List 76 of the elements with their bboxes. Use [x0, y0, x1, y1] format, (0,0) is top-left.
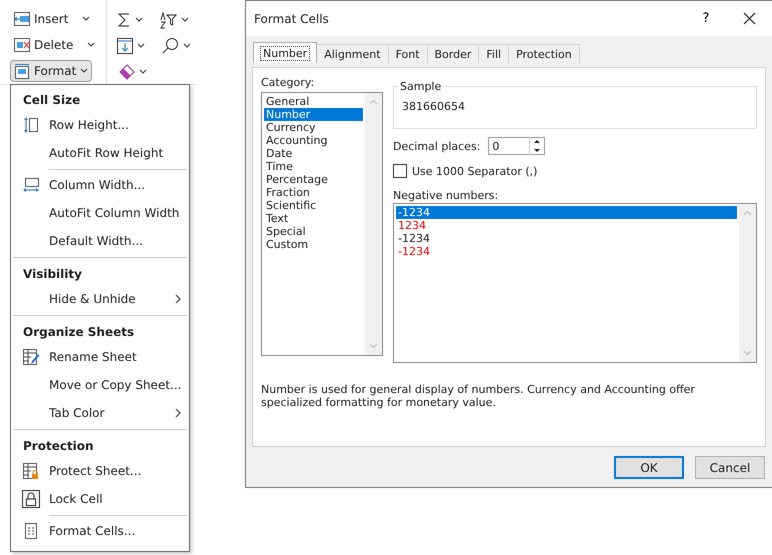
menu-item[interactable]: AutoFit Column Width [11, 199, 189, 227]
menu-section-header: Cell Size [22, 92, 82, 109]
delete-cells-icon [14, 38, 30, 52]
menu-item[interactable]: Column Width... [11, 171, 189, 199]
fill-down-icon[interactable] [117, 38, 133, 54]
decimal-places-spinner[interactable]: 0 [488, 137, 546, 155]
table-pencil-icon [23, 349, 39, 365]
dialog-tab[interactable]: Alignment [316, 44, 389, 63]
menu-item[interactable]: Lock Cell [11, 485, 189, 513]
caret-icon [82, 16, 90, 22]
category-item[interactable]: Text [264, 212, 363, 225]
format-cells-icon [25, 523, 37, 539]
negative-number-option[interactable]: -1234 [396, 206, 737, 219]
negative-numbers-label: Negative numbers: [393, 189, 500, 203]
dialog-tab[interactable]: Number [253, 42, 318, 63]
menu-item[interactable]: Hide & Unhide [11, 285, 189, 313]
format-cells-icon [14, 63, 30, 79]
sort-filter-icon[interactable] [159, 11, 177, 29]
sample-value: 381660654 [402, 100, 465, 113]
negative-number-option[interactable]: -1234 [396, 232, 737, 245]
menu-item[interactable]: Tab Color [11, 399, 189, 427]
category-item[interactable]: Number [264, 108, 363, 121]
negative-number-option[interactable]: 1234 [396, 219, 737, 232]
category-label: Category: [261, 76, 316, 91]
caret-icon[interactable] [139, 69, 147, 75]
menu-section-header: Organize Sheets [22, 324, 136, 341]
checkbox[interactable] [393, 164, 407, 178]
help-button[interactable]: ? [686, 10, 726, 27]
category-item[interactable]: Time [264, 160, 363, 173]
search-icon[interactable] [161, 37, 179, 55]
caret-icon[interactable] [137, 43, 145, 49]
menu-item[interactable]: Default Width... [11, 227, 189, 255]
eraser-icon[interactable] [117, 64, 135, 80]
close-icon [742, 12, 756, 25]
cancel-button[interactable]: Cancel [695, 456, 765, 479]
caret-icon [80, 68, 88, 74]
sum-icon[interactable] [117, 12, 131, 28]
menu-item[interactable]: AutoFit Row Height [11, 139, 189, 167]
chevron-right-icon [175, 408, 181, 418]
menu-item[interactable]: Move or Copy Sheet... [11, 371, 189, 399]
category-item[interactable]: Fraction [264, 186, 363, 199]
delete-button[interactable]: Delete [10, 34, 100, 56]
caret-icon [87, 42, 96, 48]
menu-item[interactable]: Row Height... [11, 111, 189, 139]
category-item[interactable]: Accounting [264, 134, 363, 147]
category-item[interactable]: General [264, 95, 363, 108]
decimal-places-label: Decimal places: [393, 140, 480, 152]
row-height-icon [24, 117, 38, 133]
menu-item[interactable]: Protect Sheet... [11, 457, 189, 485]
menu-item[interactable]: Format Cells... [11, 517, 189, 545]
ok-button[interactable]: OK [614, 456, 684, 479]
category-item[interactable]: Percentage [264, 173, 363, 186]
checkbox-label: Use 1000 Separator (,) [412, 164, 538, 178]
format-button[interactable]: Format [10, 60, 92, 82]
dialog-title: Format Cells [254, 12, 329, 26]
category-item[interactable]: Scientific [264, 199, 363, 212]
insert-button[interactable]: Insert [10, 8, 94, 30]
menu-section-header: Visibility [22, 266, 83, 283]
sample-label: Sample [398, 80, 444, 93]
dialog-tab[interactable]: Protection [508, 44, 580, 63]
category-item[interactable]: Custom [264, 238, 363, 251]
insert-cells-icon [14, 12, 30, 26]
category-item[interactable]: Date [264, 147, 363, 160]
description-text: Number is used for general display of numbers. Currency and Accounting offer specialized formatting for monetary value. [261, 383, 696, 409]
category-item[interactable]: Currency [264, 121, 363, 134]
lock-icon [22, 490, 40, 508]
category-item[interactable]: Special [264, 225, 363, 238]
menu-item[interactable]: Rename Sheet [11, 343, 189, 371]
table-lock-icon [23, 463, 39, 479]
menu-section-header: Protection [22, 438, 95, 455]
chevron-right-icon [175, 294, 181, 304]
column-width-icon [23, 178, 39, 192]
caret-icon[interactable] [183, 43, 191, 49]
negative-number-option[interactable]: -1234 [396, 245, 737, 258]
caret-icon[interactable] [135, 17, 143, 23]
caret-icon[interactable] [181, 17, 189, 23]
